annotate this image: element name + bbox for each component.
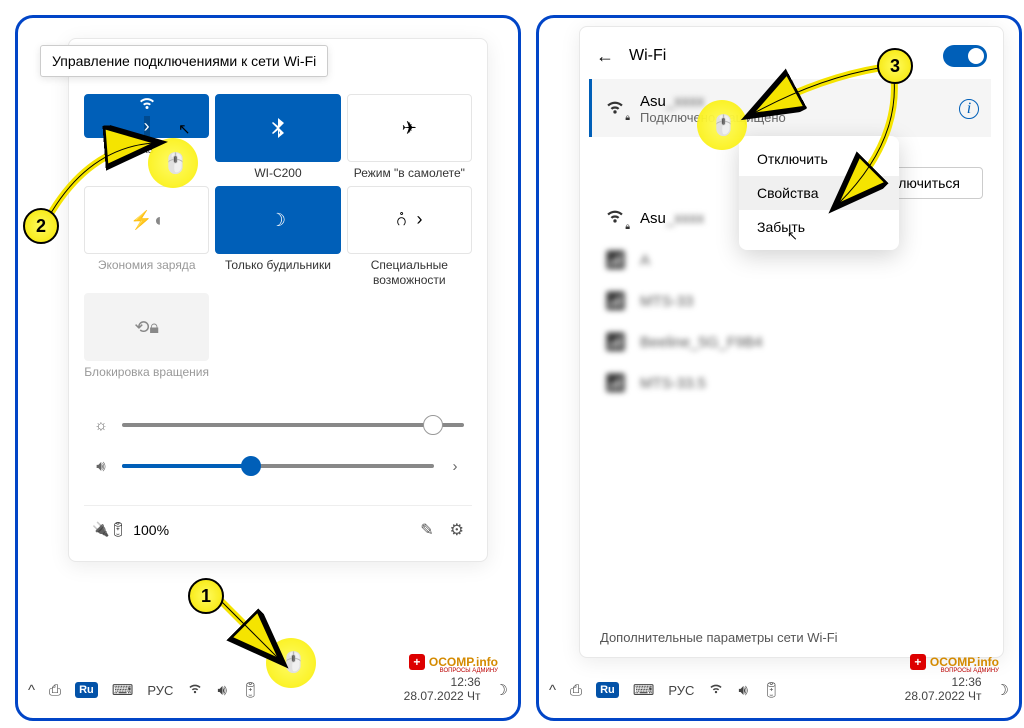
bluetooth-tile[interactable] <box>215 94 340 162</box>
wifi-toggle[interactable] <box>943 45 987 67</box>
wifi-icon: 📶︎ <box>604 291 628 312</box>
tile-col-2: WI-C200 <box>215 94 340 180</box>
clock[interactable]: 12:3628.07.2022 Чт <box>404 676 481 704</box>
accessibility-icon: ဂံ › <box>396 207 422 234</box>
wifi-tray-icon[interactable] <box>708 682 724 699</box>
wifi-icon <box>137 95 157 111</box>
usb-icon[interactable]: ⎙ <box>570 682 582 699</box>
watermark-logo: + OCOMP.info ВОПРОСЫ АДМИНУ <box>910 654 999 670</box>
network-item[interactable]: 📶︎ MTS-33.5 <box>592 363 991 404</box>
back-icon[interactable]: ← <box>596 46 614 67</box>
step-3-badge: 3 <box>877 48 913 84</box>
arrow-3b <box>824 73 914 213</box>
rotation-lock-icon: ⟲🔒︎ <box>134 317 159 338</box>
watermark-logo: + OCOMP.info ВОПРОСЫ АДМИНУ <box>409 654 498 670</box>
wifi-secure-icon: 🔒︎ <box>604 98 628 121</box>
focus-tile[interactable]: ☽ <box>215 186 340 254</box>
rotation-lock-label: Блокировка вращения <box>84 365 209 379</box>
lang-indicator-box[interactable]: Ru <box>596 682 619 698</box>
battery-saver-label: Экономия заряда <box>84 258 209 272</box>
tile-col-3: ✈ Режим "в самолете" <box>347 94 472 180</box>
wifi-icon: 📶︎ <box>604 250 628 271</box>
accessibility-label: Специальные возможности <box>347 258 472 287</box>
moon-icon: ☽ <box>270 210 286 231</box>
moon-tray-icon[interactable]: ☽ <box>996 681 1009 699</box>
speaker-icon: 🔊︎ <box>92 458 110 475</box>
plus-icon: + <box>910 654 926 670</box>
wifi-toggle-half[interactable] <box>137 95 157 112</box>
sliders: ☼ 🔊︎ › <box>84 405 472 487</box>
brightness-slider[interactable] <box>122 423 464 427</box>
arrow-2 <box>38 118 168 228</box>
taskbar: ^ ⎙ Ru ⌨ РУС 🔊︎ 🔋︎ 12:3628.07.2022 Чт ☽ <box>539 670 1019 710</box>
chevron-up-icon[interactable]: ^ <box>28 682 35 699</box>
keyboard-icon[interactable]: ⌨ <box>633 681 655 699</box>
lang-indicator-box[interactable]: Ru <box>75 682 98 698</box>
volume-row: 🔊︎ › <box>84 446 472 487</box>
lang-text[interactable]: РУС <box>147 683 173 698</box>
wifi-icon: 📶︎ <box>604 332 628 353</box>
tile-col-7: ⟲🔒︎ Блокировка вращения <box>84 293 209 379</box>
network-item[interactable]: 📶︎ Beeline_5G_F9B4 <box>592 322 991 363</box>
battery-tray-icon[interactable]: 🔋︎ <box>762 681 781 699</box>
panel-footer: 🔌🔋︎100% ✎ ⚙ <box>84 505 472 546</box>
speaker-tray-icon[interactable]: 🔊︎ <box>738 682 747 699</box>
lang-text[interactable]: РУС <box>668 683 694 698</box>
network-item[interactable]: 📶︎ MTS-33 <box>592 281 991 322</box>
bluetooth-label: WI-C200 <box>215 166 340 180</box>
menu-forget[interactable]: Забыть <box>739 210 899 244</box>
chevron-right-icon[interactable]: › <box>446 458 464 475</box>
volume-slider[interactable] <box>122 464 434 468</box>
gear-icon[interactable]: ⚙ <box>450 520 464 540</box>
battery-charging-icon: 🔌🔋︎ <box>92 521 127 538</box>
quick-settings-panel: › As WI-C200 ✈ Режим "в самолете" ⚡◖ Эко… <box>68 38 488 562</box>
speaker-tray-icon[interactable]: 🔊︎ <box>217 682 226 699</box>
wifi-settings-screenshot: ← Wi-Fi 🔒︎ Asu_xxxx Подключено, защищено… <box>536 15 1022 721</box>
cursor-icon: ↖ <box>787 228 798 244</box>
accessibility-tile[interactable]: ဂံ › <box>347 186 472 254</box>
rotation-lock-tile[interactable]: ⟲🔒︎ <box>84 293 209 361</box>
airplane-label: Режим "в самолете" <box>347 166 472 180</box>
wifi-tray-icon[interactable] <box>187 682 203 699</box>
step-1-badge: 1 <box>188 578 224 614</box>
sun-icon: ☼ <box>92 417 110 434</box>
battery-status[interactable]: 🔌🔋︎100% <box>92 521 169 538</box>
cursor-icon: ↖ <box>178 120 191 138</box>
wifi-manage-tooltip: Управление подключениями к сети Wi-Fi <box>40 45 328 77</box>
bluetooth-icon <box>272 118 284 138</box>
clock[interactable]: 12:3628.07.2022 Чт <box>905 676 982 704</box>
edit-icon[interactable]: ✎ <box>420 520 433 540</box>
quick-settings-screenshot: › As WI-C200 ✈ Режим "в самолете" ⚡◖ Эко… <box>15 15 521 721</box>
wifi-icon: 📶︎ <box>604 373 628 394</box>
airplane-tile[interactable]: ✈ <box>347 94 472 162</box>
wifi-secure-icon: 🔒︎ <box>604 207 628 230</box>
more-settings-link[interactable]: Дополнительные параметры сети Wi-Fi <box>600 630 838 645</box>
step-2-badge: 2 <box>23 208 59 244</box>
chevron-up-icon[interactable]: ^ <box>549 682 556 699</box>
usb-icon[interactable]: ⎙ <box>49 682 61 699</box>
battery-tray-icon[interactable]: 🔋︎ <box>241 681 260 699</box>
tile-col-5: ☽ Только будильники <box>215 186 340 287</box>
plus-icon: + <box>409 654 425 670</box>
info-icon[interactable]: i <box>959 99 979 119</box>
moon-tray-icon[interactable]: ☽ <box>495 681 508 699</box>
tile-col-6: ဂံ › Специальные возможности <box>347 186 472 287</box>
keyboard-icon[interactable]: ⌨ <box>112 681 134 699</box>
focus-label: Только будильники <box>215 258 340 272</box>
wifi-title: Wi-Fi <box>629 47 666 65</box>
brightness-row: ☼ <box>84 405 472 446</box>
airplane-icon: ✈ <box>402 118 417 139</box>
